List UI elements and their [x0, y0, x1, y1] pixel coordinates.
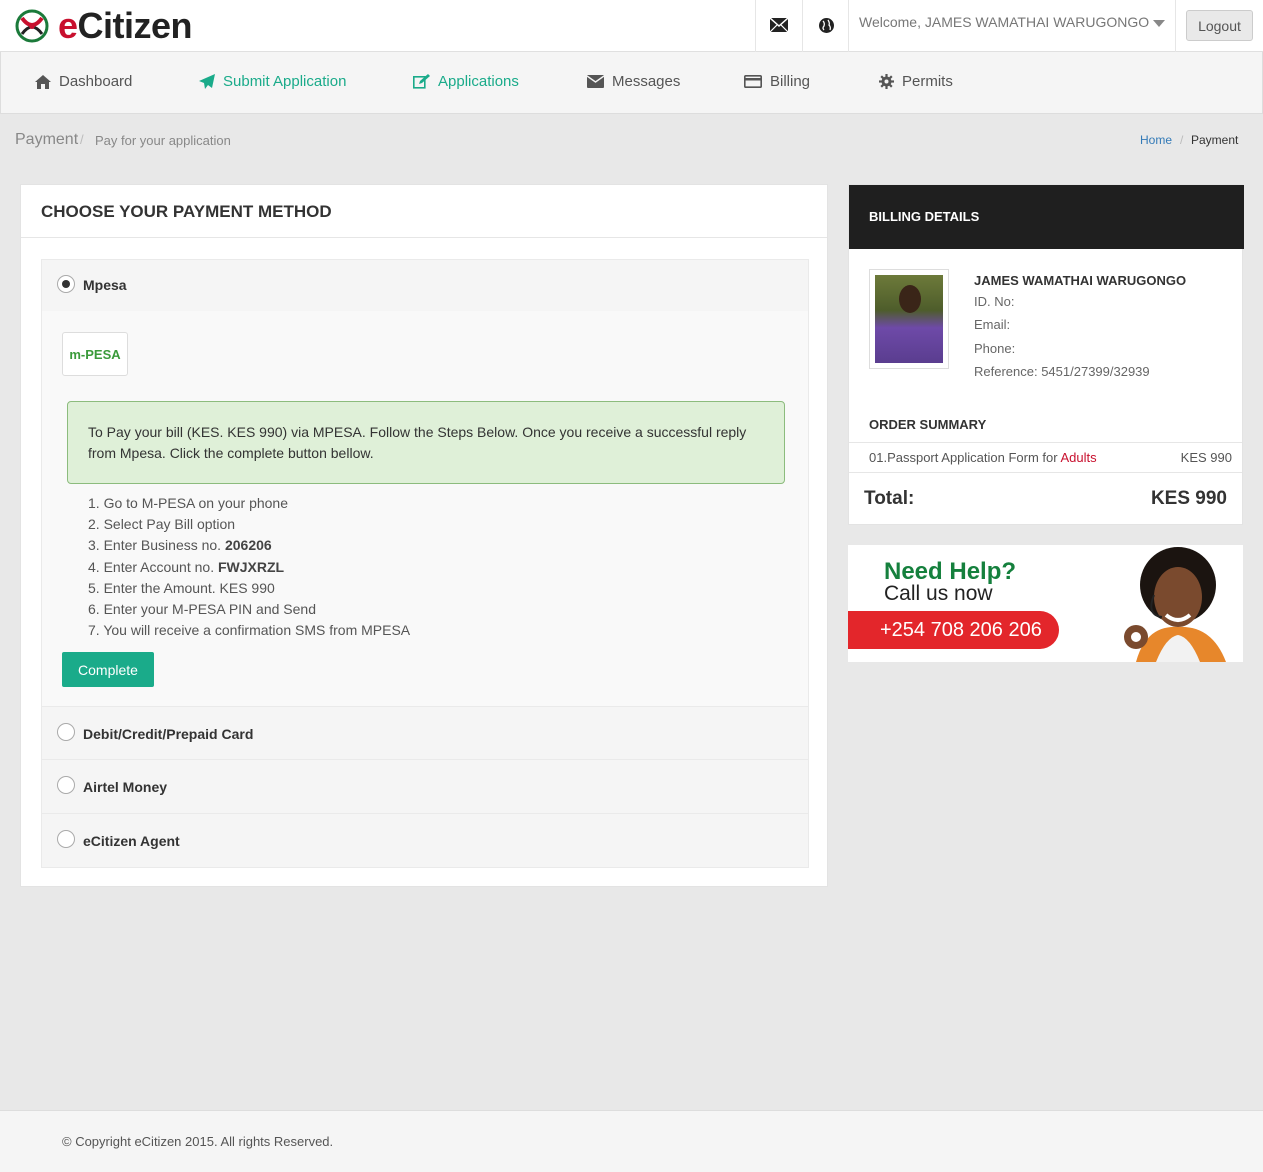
order-summary-title: ORDER SUMMARY — [869, 417, 987, 432]
payment-method-heading: CHOOSE YOUR PAYMENT METHOD — [41, 202, 332, 221]
topbar-divider — [755, 0, 756, 52]
nav-item-applications[interactable]: Applications — [413, 73, 519, 90]
nav-label: Billing — [770, 73, 811, 90]
payment-option-label: Airtel Money — [83, 779, 168, 795]
credit-card-icon — [744, 75, 762, 88]
mpesa-instructions: m-PESA To Pay your bill (KES. KES 990) v… — [41, 311, 809, 706]
payment-option-label: Mpesa — [83, 277, 127, 293]
nav-label: Submit Application — [223, 73, 347, 90]
payment-option-ecitizen-agent[interactable]: eCitizen Agent — [41, 813, 809, 868]
nav-item-submit-application[interactable]: Submit Application — [199, 73, 346, 90]
step-item: 6. Enter your M-PESA PIN and Send — [88, 601, 317, 618]
order-item: 01.Passport Application Form for Adults — [869, 450, 1097, 465]
payment-option-airtel-money[interactable]: Airtel Money — [41, 759, 809, 814]
avatar — [869, 269, 949, 369]
ecitizen-logo-icon — [15, 9, 49, 43]
billing-reference: Reference: 5451/27399/32939 — [974, 364, 1150, 379]
billing-id-label: ID. No: — [974, 294, 1015, 309]
divider — [849, 472, 1242, 473]
payment-option-label: Debit/Credit/Prepaid Card — [83, 726, 254, 742]
globe-icon[interactable] — [815, 14, 837, 36]
welcome-text[interactable]: Welcome, JAMES WAMATHAI WARUGONGO — [859, 14, 1149, 30]
nav-label: Applications — [438, 73, 519, 90]
user-photo — [875, 275, 943, 363]
nav-item-messages[interactable]: Messages — [587, 73, 680, 90]
footer: © Copyright eCitizen 2015. All rights Re… — [0, 1110, 1263, 1172]
mpesa-steps-list: 1. Go to M-PESA on your phone 2. Select … — [88, 493, 410, 641]
title-separator: / — [80, 132, 84, 147]
airtel-radio[interactable] — [57, 776, 75, 794]
billing-name: JAMES WAMATHAI WARUGONGO — [974, 273, 1187, 288]
order-item-amount: KES 990 — [1180, 450, 1232, 465]
agent-radio[interactable] — [57, 830, 75, 848]
mpesa-logo: m-PESA — [62, 332, 128, 376]
gear-icon — [879, 74, 894, 89]
billing-details-panel: BILLING DETAILS JAMES WAMATHAI WARUGONGO… — [848, 184, 1244, 525]
payment-option-card[interactable]: Debit/Credit/Prepaid Card — [41, 706, 809, 760]
step-item: 7. You will receive a confirmation SMS f… — [88, 622, 411, 639]
step-item: 4. Enter Account no. FWJXRZL — [88, 558, 285, 575]
payment-option-label: eCitizen Agent — [83, 833, 180, 849]
step-item: 3. Enter Business no. 206206 — [88, 537, 272, 554]
total-amount: KES 990 — [1150, 488, 1227, 509]
ecitizen-logo[interactable]: eCitizen — [14, 5, 193, 46]
support-agent-image — [1124, 547, 1226, 662]
mpesa-radio[interactable] — [57, 275, 75, 293]
nav-item-dashboard[interactable]: Dashboard — [35, 73, 132, 90]
card-radio[interactable] — [57, 723, 75, 741]
paper-plane-icon — [199, 74, 215, 89]
complete-button[interactable]: Complete — [62, 652, 154, 687]
chevron-down-icon[interactable] — [1153, 20, 1165, 27]
top-bar: eCitizen Welcome, JAMES WAMATHAI WARUGON… — [0, 0, 1263, 52]
mpesa-alert: To Pay your bill (KES. KES 990) via MPES… — [67, 401, 785, 484]
envelope-icon[interactable] — [768, 14, 790, 36]
help-subtitle: Call us now — [884, 582, 993, 605]
step-item: 2. Select Pay Bill option — [88, 516, 236, 533]
nav-item-permits[interactable]: Permits — [879, 73, 953, 90]
billing-email-label: Email: — [974, 317, 1011, 332]
billing-details-heading: BILLING DETAILS — [849, 185, 1244, 249]
breadcrumb-current: Payment — [1191, 133, 1239, 147]
step-item: 1. Go to M-PESA on your phone — [88, 495, 289, 511]
step-item: 5. Enter the Amount. KES 990 — [88, 579, 275, 596]
home-icon — [35, 74, 51, 89]
nav-label: Dashboard — [59, 73, 133, 90]
envelope-icon — [587, 75, 604, 88]
billing-phone-label: Phone: — [974, 341, 1016, 356]
breadcrumb-home-link[interactable]: Home — [1140, 133, 1172, 147]
copyright-text: © Copyright eCitizen 2015. All rights Re… — [62, 1134, 334, 1149]
nav-item-billing[interactable]: Billing — [744, 73, 810, 90]
breadcrumb-separator: / — [1180, 133, 1184, 147]
page-title: Payment — [15, 131, 79, 148]
main-nav: Dashboard Submit Application Application… — [0, 52, 1263, 114]
topbar-divider — [848, 0, 849, 52]
payment-method-panel: CHOOSE YOUR PAYMENT METHOD Mpesa m-PESA … — [20, 184, 828, 887]
help-banner[interactable]: Need Help? Call us now +254 708 206 206 — [848, 545, 1243, 662]
payment-option-mpesa[interactable]: Mpesa — [41, 259, 809, 312]
total-label: Total: — [864, 488, 915, 509]
topbar-divider — [802, 0, 803, 52]
logout-button[interactable]: Logout — [1186, 10, 1253, 41]
divider — [21, 237, 827, 238]
nav-label: Permits — [902, 73, 953, 90]
nav-label: Messages — [612, 73, 681, 90]
edit-icon — [413, 74, 430, 89]
page-subtitle: Pay for your application — [95, 133, 231, 148]
help-phone-number[interactable]: +254 708 206 206 — [848, 611, 1059, 649]
divider — [849, 442, 1242, 443]
topbar-divider — [1175, 0, 1176, 52]
logo-text: eCitizen — [58, 5, 193, 46]
